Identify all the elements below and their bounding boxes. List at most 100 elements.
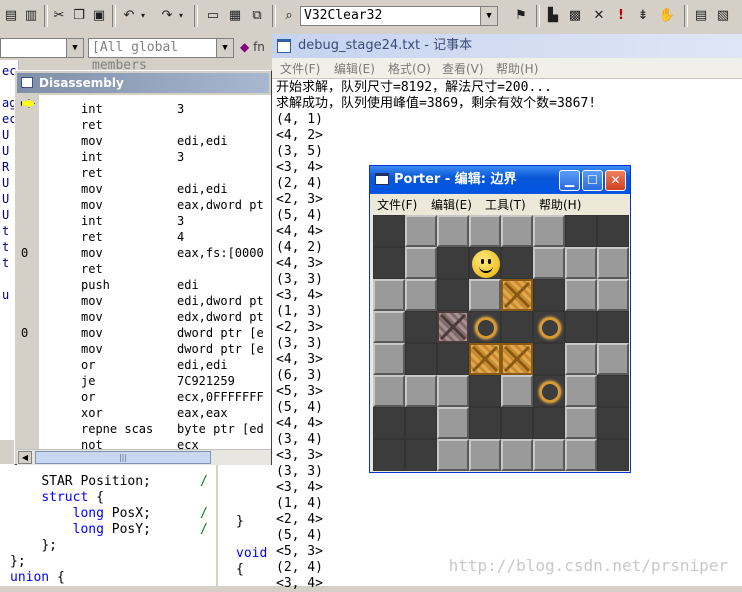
window-icon [21,77,33,88]
open-file-icon[interactable]: ▤ [2,6,20,24]
notepad-menu-item[interactable]: 帮助(H) [496,60,538,77]
members-combo[interactable]: [All global members ▼ [88,38,234,73]
function-combo[interactable]: ◆ fn [240,40,265,54]
disassembly-row[interactable]: ret [17,117,271,133]
workspace-icon[interactable]: ▭ [204,6,222,24]
disassembly-row[interactable]: ret [17,261,271,277]
scroll-left-icon[interactable]: ◀ [18,451,32,464]
redo-icon[interactable]: ↷ [158,6,176,24]
porter-menu-item[interactable]: 文件(F) [377,196,417,213]
disassembly-row[interactable]: je 7C921259 [17,373,271,389]
find-icon[interactable]: ⚑ [512,6,530,24]
go-icon[interactable]: ⇟ [634,6,652,24]
find-in-files-icon[interactable]: ⌕ [280,6,298,24]
watermark: http://blog.csdn.net/prsniper [448,556,728,575]
disassembly-window[interactable]: Disassembly int 3 ret mov edi,edi int 3 ret mov e… [14,70,272,465]
paste-icon[interactable]: ▣ [90,6,108,24]
chevron-down-icon[interactable]: ▼ [216,39,233,57]
porter-menu-item[interactable]: 帮助(H) [539,196,581,213]
build-icon[interactable]: ▩ [566,6,584,24]
notepad-menu-item[interactable]: 编辑(E) [334,60,375,77]
code-line[interactable]: struct { [10,490,104,506]
notepad-text-line: <4, 4> [276,416,323,431]
disassembly-row[interactable]: int 3 [17,213,271,229]
chevron-down-icon[interactable]: ▼ [480,7,497,25]
chevron-down-icon[interactable]: ▼ [66,39,83,57]
stop-build-icon[interactable]: ✕ [590,6,608,24]
redo-dropdown-icon[interactable]: ▾ [176,6,186,24]
disassembly-row[interactable]: int 3 [17,149,271,165]
floor-tile [373,247,405,279]
horizontal-scrollbar[interactable]: ◀ ||| [17,449,271,465]
workspace-item-fragment[interactable]: U [2,208,9,222]
code-line[interactable]: long PosX; / [10,506,208,522]
class-wizard-icon[interactable]: ▧ [714,6,732,24]
disassembly-row[interactable]: mov edi,edi [17,133,271,149]
disassembly-row[interactable]: mov edi,dword pt [17,293,271,309]
disassembly-row[interactable]: mov edi,edi [17,181,271,197]
close-button[interactable]: ✕ [605,170,626,191]
disassembly-row[interactable]: not ecx [17,437,271,449]
wizard-icon[interactable]: ▤ [692,6,710,24]
workspace-item-fragment[interactable]: u [2,288,9,302]
notepad-menu-item[interactable]: 格式(O) [388,60,431,77]
code-line[interactable]: } [236,514,244,530]
porter-titlebar[interactable]: Porter - 编辑: 边界 ▁ ☐ ✕ [370,166,630,194]
porter-window[interactable]: Porter - 编辑: 边界 ▁ ☐ ✕ 文件(F) 编辑(E) 工具(T) 帮助(… [369,165,631,473]
disassembly-row[interactable]: mov eax,dword pt [17,197,271,213]
code-line[interactable]: STAR Position; / [10,474,208,490]
minimize-button[interactable]: ▁ [559,170,580,191]
disassembly-listing[interactable]: int 3 ret mov edi,edi int 3 ret mov edi,edi mov eax… [17,95,271,449]
notepad-menu-item[interactable]: 文件(F) [280,60,320,77]
windows-icon[interactable]: ⧉ [248,6,266,24]
code-line[interactable]: }; [10,538,57,554]
game-board[interactable] [373,215,629,471]
notepad-menu-item[interactable]: 查看(V) [442,60,484,77]
class-combo[interactable]: ▼ [0,38,84,58]
disassembly-row[interactable]: repne scas byte ptr [ed [17,421,271,437]
workspace-item-fragment[interactable]: U [2,192,9,206]
undo-icon[interactable]: ↶ [120,6,138,24]
disassembly-row[interactable]: ret [17,165,271,181]
notepad-titlebar[interactable]: debug_stage24.txt - 记事本 [272,34,742,58]
disassembly-row[interactable]: mov dword ptr [e [17,341,271,357]
disassembly-row[interactable]: mov edx,dword pt [17,309,271,325]
workspace-item-fragment[interactable]: R [2,160,9,174]
code-line[interactable]: long PosY; / [10,522,208,538]
breakpoint-hand-icon[interactable]: ✋ [658,6,676,24]
workspace-item-fragment[interactable]: U [2,176,9,190]
disassembly-row[interactable]: 0 mov dword ptr [e [17,325,271,341]
save-all-icon[interactable]: ▥ [22,6,40,24]
scrollbar-thumb[interactable]: ||| [35,451,211,464]
ide-toolbar: ▤ ▥ ✂ ❐ ▣ ↶ ▾ ↷ ▾ ▭ ▦ ⧉ ⌕ V32Clear32 ▼ ⚑… [0,0,742,35]
notepad-text-line: <3, 3> [276,448,323,463]
workspace-item-fragment[interactable]: t [2,256,9,270]
disassembly-row[interactable]: ret 4 [17,229,271,245]
undo-dropdown-icon[interactable]: ▾ [138,6,148,24]
code-editor-right[interactable]: } void{ [216,464,274,586]
porter-menu-item[interactable]: 编辑(E) [431,196,472,213]
compile-icon[interactable]: ▙ [544,6,562,24]
disassembly-row[interactable]: push edi [17,277,271,293]
code-line[interactable]: void [236,546,267,562]
workspace-item-fragment[interactable]: t [2,240,9,254]
disassembly-row[interactable]: 0 mov eax,fs:[0000 [17,245,271,261]
maximize-button[interactable]: ☐ [582,170,603,191]
disassembly-titlebar[interactable]: Disassembly [17,73,269,93]
code-line[interactable]: union { [10,570,65,586]
disassembly-row[interactable]: or edi,edi [17,357,271,373]
disassembly-row[interactable]: xor eax,eax [17,405,271,421]
workspace-item-fragment[interactable]: t [2,224,9,238]
disassembly-row[interactable]: int 3 [17,101,271,117]
porter-menu-item[interactable]: 工具(T) [485,196,526,213]
disassembly-row[interactable]: or ecx,0FFFFFFF [17,389,271,405]
output-icon[interactable]: ▦ [226,6,244,24]
code-line[interactable]: }; [10,554,26,570]
workspace-item-fragment[interactable]: U [2,144,9,158]
config-combo[interactable]: V32Clear32 ▼ [300,6,498,26]
execute-icon[interactable]: ! [612,6,630,24]
code-line[interactable]: { [236,562,244,578]
workspace-item-fragment[interactable]: U [2,128,9,142]
copy-icon[interactable]: ❐ [70,6,88,24]
cut-icon[interactable]: ✂ [50,6,68,24]
